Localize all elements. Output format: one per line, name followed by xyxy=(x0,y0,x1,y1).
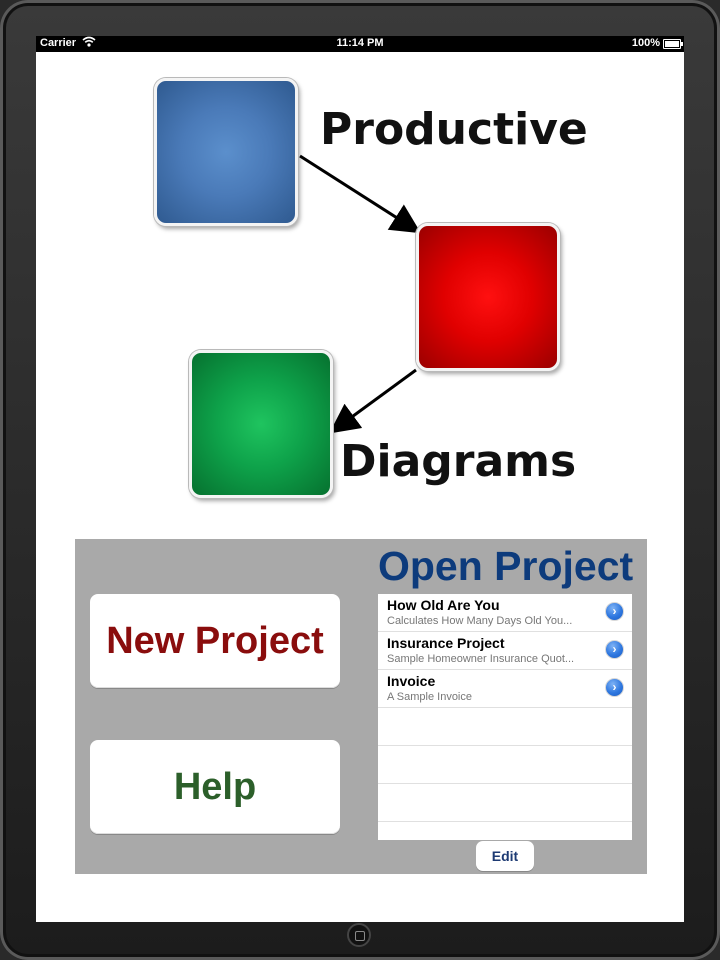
project-subtitle: Calculates How Many Days Old You... xyxy=(387,615,573,627)
project-row[interactable]: Insurance Project Sample Homeowner Insur… xyxy=(378,632,632,670)
battery-percent: 100% xyxy=(631,37,660,49)
help-button[interactable]: Help xyxy=(90,740,340,834)
chevron-right-icon[interactable]: › xyxy=(605,678,624,697)
green-square xyxy=(189,350,333,498)
home-button[interactable] xyxy=(347,923,371,947)
project-title: How Old Are You xyxy=(387,597,500,613)
project-title: Invoice xyxy=(387,673,436,689)
chevron-right-icon[interactable]: › xyxy=(605,602,624,621)
project-subtitle: Sample Homeowner Insurance Quot... xyxy=(387,653,575,665)
logo-word-diagrams: Diagrams xyxy=(340,436,577,487)
battery-icon xyxy=(663,39,683,49)
project-list: How Old Are You Calculates How Many Days… xyxy=(378,594,632,840)
logo-diagram: Productive Diagrams xyxy=(36,52,684,522)
project-row[interactable]: Invoice A Sample Invoice › xyxy=(378,670,632,708)
new-project-button[interactable]: New Project xyxy=(90,594,340,688)
project-subtitle: A Sample Invoice xyxy=(387,691,472,703)
arrow-blue-to-red xyxy=(299,154,422,234)
empty-row xyxy=(378,708,632,746)
red-square xyxy=(416,223,560,371)
chevron-right-icon[interactable]: › xyxy=(605,640,624,659)
project-panel: New Project Help Open Project How Old Ar… xyxy=(75,539,647,874)
arrow-red-to-green xyxy=(329,368,417,434)
empty-row xyxy=(378,746,632,784)
status-bar: Carrier 11:14 PM 100% xyxy=(36,36,684,52)
empty-row xyxy=(378,784,632,822)
project-row[interactable]: How Old Are You Calculates How Many Days… xyxy=(378,594,632,632)
project-title: Insurance Project xyxy=(387,635,505,651)
ipad-frame: Carrier 11:14 PM 100% Productive Diagram… xyxy=(0,0,720,960)
clock-label: 11:14 PM xyxy=(336,37,384,49)
edit-button[interactable]: Edit xyxy=(476,841,534,871)
app-screen: Productive Diagrams New Project Help Ope… xyxy=(36,52,684,922)
open-project-title: Open Project xyxy=(378,543,634,589)
logo-word-productive: Productive xyxy=(320,104,588,155)
blue-square xyxy=(154,78,298,226)
